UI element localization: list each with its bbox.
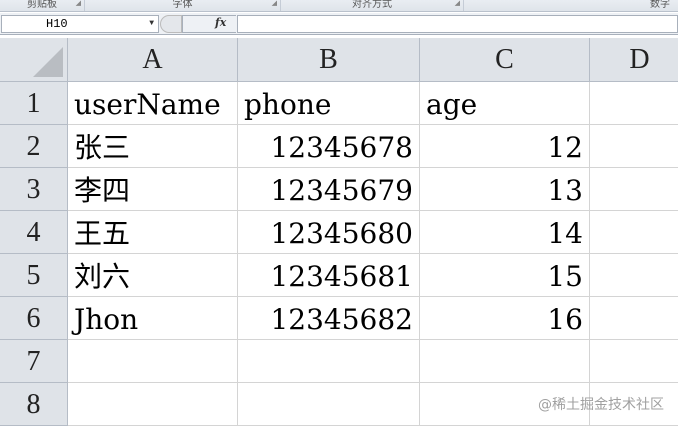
ribbon-group-font: 字体 ◢ — [85, 0, 281, 11]
cell-c6[interactable]: 16 — [420, 297, 590, 340]
cell-b1[interactable]: phone — [238, 82, 420, 125]
row-header-6[interactable]: 6 — [0, 297, 68, 340]
cell-c7[interactable] — [420, 340, 590, 383]
cell-d6[interactable] — [590, 297, 678, 340]
chevron-down-icon[interactable]: ▼ — [149, 16, 154, 32]
cell-d7[interactable] — [590, 340, 678, 383]
formula-bar: H10 ▼ fx — [0, 13, 678, 35]
cell-a1[interactable]: userName — [68, 82, 238, 125]
cell-b5[interactable]: 12345681 — [238, 254, 420, 297]
formula-bar-handle[interactable] — [160, 15, 182, 33]
cell-d4[interactable] — [590, 211, 678, 254]
fx-icon[interactable]: fx — [215, 16, 226, 29]
row-header-3[interactable]: 3 — [0, 168, 68, 211]
cell-c1[interactable]: age — [420, 82, 590, 125]
cell-b6[interactable]: 12345682 — [238, 297, 420, 340]
ribbon-group-clipboard: 剪贴板 ◢ — [0, 0, 85, 11]
ribbon-group-number: 数字 — [464, 0, 678, 11]
group-label: 剪贴板 — [27, 0, 57, 10]
cell-b8[interactable] — [238, 383, 420, 426]
cell-b4[interactable]: 12345680 — [238, 211, 420, 254]
select-all-button[interactable] — [0, 38, 68, 82]
column-header-c[interactable]: C — [420, 38, 590, 82]
dialog-launcher-icon[interactable]: ◢ — [272, 0, 277, 7]
cell-a3[interactable]: 李四 — [68, 168, 238, 211]
watermark: @稀土掘金技术社区 — [538, 397, 664, 413]
group-label: 字体 — [172, 0, 193, 10]
cell-a8[interactable] — [68, 383, 238, 426]
cell-c3[interactable]: 13 — [420, 168, 590, 211]
row-header-4[interactable]: 4 — [0, 211, 68, 254]
row-header-8[interactable]: 8 — [0, 383, 68, 426]
cell-d1[interactable] — [590, 82, 678, 125]
cell-d3[interactable] — [590, 168, 678, 211]
dialog-launcher-icon[interactable]: ◢ — [455, 0, 460, 7]
fx-button-area[interactable] — [182, 15, 236, 33]
cell-d2[interactable] — [590, 125, 678, 168]
row-header-1[interactable]: 1 — [0, 82, 68, 125]
ribbon-group-labels: 剪贴板 ◢ 字体 ◢ 对齐方式 ◢ 数字 — [0, 0, 678, 12]
cell-a6[interactable]: Jhon — [68, 297, 238, 340]
name-box-value: H10 — [46, 17, 68, 31]
cell-b2[interactable]: 12345678 — [238, 125, 420, 168]
group-label: 数字 — [650, 0, 670, 10]
dialog-launcher-icon[interactable]: ◢ — [76, 0, 81, 7]
name-box[interactable]: H10 ▼ — [1, 15, 159, 33]
group-label: 对齐方式 — [352, 0, 392, 10]
column-header-d[interactable]: D — [590, 38, 678, 82]
select-all-triangle-icon — [33, 47, 63, 77]
cell-c5[interactable]: 15 — [420, 254, 590, 297]
formula-input[interactable] — [237, 15, 678, 33]
row-header-7[interactable]: 7 — [0, 340, 68, 383]
cell-a4[interactable]: 王五 — [68, 211, 238, 254]
cell-b3[interactable]: 12345679 — [238, 168, 420, 211]
column-header-a[interactable]: A — [68, 38, 238, 82]
cell-d5[interactable] — [590, 254, 678, 297]
column-header-b[interactable]: B — [238, 38, 420, 82]
cell-a2[interactable]: 张三 — [68, 125, 238, 168]
row-header-5[interactable]: 5 — [0, 254, 68, 297]
cell-c4[interactable]: 14 — [420, 211, 590, 254]
cell-b7[interactable] — [238, 340, 420, 383]
ribbon-group-alignment: 对齐方式 ◢ — [281, 0, 464, 11]
row-header-2[interactable]: 2 — [0, 125, 68, 168]
cell-a5[interactable]: 刘六 — [68, 254, 238, 297]
cell-a7[interactable] — [68, 340, 238, 383]
cell-c2[interactable]: 12 — [420, 125, 590, 168]
